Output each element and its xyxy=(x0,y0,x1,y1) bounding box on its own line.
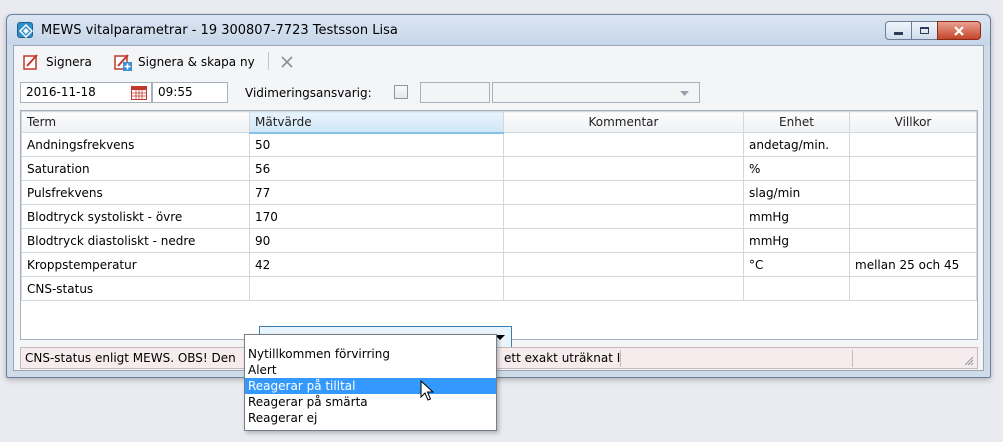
term-cell: Pulsfrekvens xyxy=(21,180,250,205)
window-title: MEWS vitalparametrar - 19 300807-7723 Te… xyxy=(41,23,398,38)
minimize-icon xyxy=(894,32,903,35)
cns-status-dropdown: Nytillkommen förvirring Alert Reagerar p… xyxy=(244,334,497,431)
edit-icon xyxy=(23,54,38,70)
value-cell[interactable]: 170 xyxy=(249,204,504,229)
unit-cell xyxy=(743,276,850,301)
delete-icon xyxy=(281,56,293,68)
calendar-icon[interactable] xyxy=(131,86,147,100)
status-text: CNS-status enligt MEWS. OBS! Den xyxy=(25,351,236,365)
table-row: CNS-status xyxy=(21,276,977,301)
delete-button[interactable] xyxy=(280,52,294,72)
value-cell[interactable]: 90 xyxy=(249,228,504,253)
comment-cell[interactable] xyxy=(503,204,744,229)
unit-cell: °C xyxy=(743,252,850,277)
column-header-unit[interactable]: Enhet xyxy=(743,111,850,133)
maximize-button[interactable] xyxy=(911,21,938,40)
table-row: Saturation 56 % xyxy=(21,156,977,181)
dropdown-option-highlighted[interactable]: Reagerar på tilltal xyxy=(245,378,496,394)
term-cell: Kroppstemperatur xyxy=(21,252,250,277)
condition-cell xyxy=(849,228,977,253)
sign-and-new-button[interactable]: Signera & skapa ny xyxy=(113,52,255,72)
date-value: 2016-11-18 xyxy=(26,85,96,99)
unit-cell: andetag/min. xyxy=(743,132,850,157)
time-value: 09:55 xyxy=(158,85,193,99)
vital-parameters-grid: Term Mätvärde Kommentar Enhet Villkor An… xyxy=(20,110,978,348)
date-bar: 2016-11-18 09:55 Vidimeringsansvarig: xyxy=(14,76,983,110)
dropdown-option[interactable]: Reagerar ej xyxy=(245,410,496,426)
term-cell: Blodtryck diastoliskt - nedre xyxy=(21,228,250,253)
verifier-code-field[interactable] xyxy=(420,82,490,103)
value-cell[interactable]: 42 xyxy=(249,252,504,277)
unit-cell: slag/min xyxy=(743,180,850,205)
close-button[interactable] xyxy=(937,21,981,40)
comment-cell[interactable] xyxy=(503,252,744,277)
term-cell: CNS-status xyxy=(21,276,250,301)
table-row: Andningsfrekvens 50 andetag/min. xyxy=(21,132,977,157)
condition-cell xyxy=(849,204,977,229)
table-row: Kroppstemperatur 42 °C mellan 25 och 45 xyxy=(21,252,977,277)
column-header-comment[interactable]: Kommentar xyxy=(503,111,744,133)
comment-cell[interactable] xyxy=(503,156,744,181)
comment-cell[interactable] xyxy=(503,276,744,301)
table-row: Pulsfrekvens 77 slag/min xyxy=(21,180,977,205)
app-icon xyxy=(17,22,33,38)
sign-label: Signera xyxy=(46,55,92,69)
title-bar[interactable]: MEWS vitalparametrar - 19 300807-7723 Te… xyxy=(7,15,990,45)
toolbar: Signera Signera & skapa ny xyxy=(14,46,983,76)
status-divider xyxy=(852,350,853,367)
date-field[interactable]: 2016-11-18 xyxy=(20,82,152,103)
toolbar-separator xyxy=(268,52,269,70)
value-cell[interactable]: 50 xyxy=(249,132,504,157)
unit-cell: mmHg xyxy=(743,228,850,253)
time-field[interactable]: 09:55 xyxy=(152,82,228,103)
resize-grip-icon[interactable] xyxy=(964,356,974,366)
verifier-checkbox[interactable] xyxy=(394,85,408,99)
unit-cell: mmHg xyxy=(743,204,850,229)
value-cell[interactable]: 77 xyxy=(249,180,504,205)
condition-cell: mellan 25 och 45 xyxy=(849,252,977,277)
term-cell: Blodtryck systoliskt - övre xyxy=(21,204,250,229)
table-row: Blodtryck diastoliskt - nedre 90 mmHg xyxy=(21,228,977,253)
window-content: Signera Signera & skapa ny 2016-11-18 09… xyxy=(13,45,984,371)
comment-cell[interactable] xyxy=(503,228,744,253)
value-cell[interactable]: 56 xyxy=(249,156,504,181)
mews-window: MEWS vitalparametrar - 19 300807-7723 Te… xyxy=(6,14,991,378)
sign-button[interactable]: Signera xyxy=(22,52,92,72)
status-text-continued: ett exakt uträknat I xyxy=(504,351,621,365)
term-cell: Andningsfrekvens xyxy=(21,132,250,157)
column-header-condition[interactable]: Villkor xyxy=(849,111,977,133)
unit-cell: % xyxy=(743,156,850,181)
dropdown-option[interactable]: Nytillkommen förvirring xyxy=(245,346,496,362)
term-cell: Saturation xyxy=(21,156,250,181)
comment-cell[interactable] xyxy=(503,132,744,157)
comment-cell[interactable] xyxy=(503,180,744,205)
status-bar: CNS-status enligt MEWS. OBS! Den ett exa… xyxy=(20,347,978,369)
column-header-value[interactable]: Mätvärde xyxy=(249,111,504,134)
table-row: Blodtryck systoliskt - övre 170 mmHg xyxy=(21,204,977,229)
condition-cell xyxy=(849,180,977,205)
column-header-term[interactable]: Term xyxy=(21,111,250,133)
sign-new-icon xyxy=(114,54,132,71)
maximize-icon xyxy=(920,27,929,34)
verifier-select[interactable] xyxy=(492,82,700,103)
minimize-button[interactable] xyxy=(885,21,912,40)
condition-cell xyxy=(849,276,977,301)
verifier-label: Vidimeringsansvarig: xyxy=(245,86,372,100)
header-row: Term Mätvärde Kommentar Enhet Villkor xyxy=(21,111,977,134)
mouse-pointer-icon xyxy=(420,380,434,401)
value-cell[interactable] xyxy=(249,276,504,301)
close-icon xyxy=(954,25,964,36)
dropdown-option[interactable]: Reagerar på smärta xyxy=(245,394,496,410)
condition-cell xyxy=(849,132,977,157)
dropdown-option[interactable]: Alert xyxy=(245,362,496,378)
sign-new-label: Signera & skapa ny xyxy=(138,55,255,69)
chevron-down-icon xyxy=(680,91,689,96)
status-divider xyxy=(620,350,621,367)
condition-cell xyxy=(849,156,977,181)
